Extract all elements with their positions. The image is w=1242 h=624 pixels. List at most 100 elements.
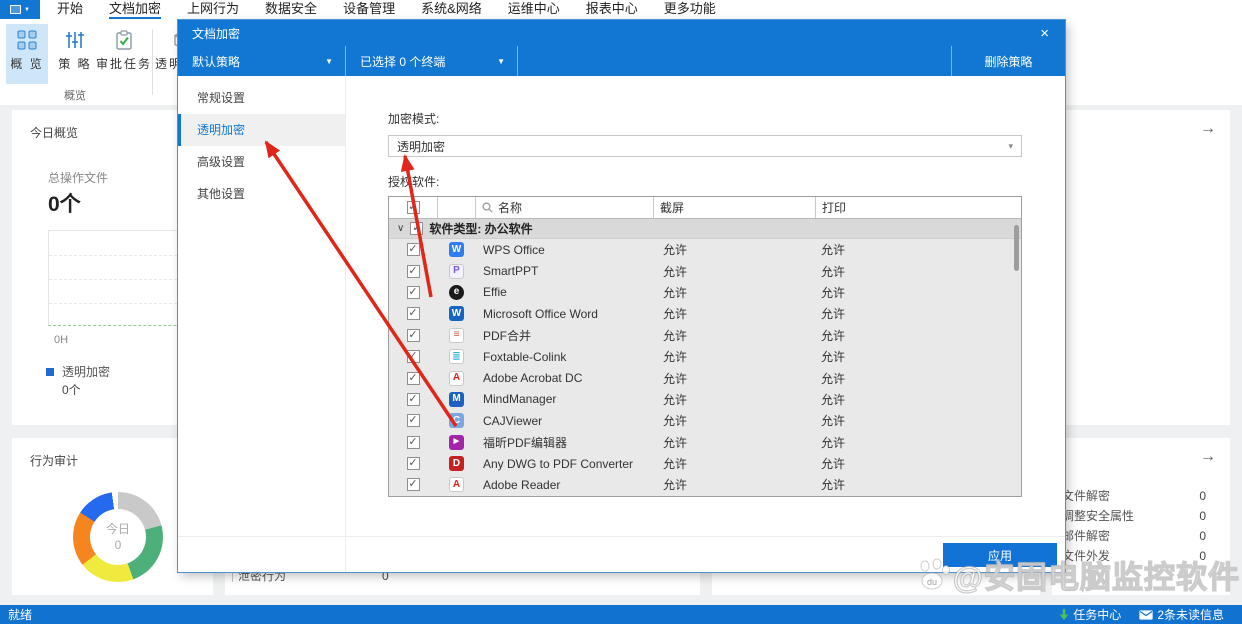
row-checkbox[interactable]: ✓: [407, 307, 420, 320]
screen-capture-cell: 允许: [653, 263, 815, 280]
menu-item-3[interactable]: 上网行为: [187, 0, 239, 19]
table-row[interactable]: ✓ M MindManager 允许 允许: [389, 389, 1021, 410]
clipboard-check-icon: [114, 30, 134, 50]
ribbon-button-overview[interactable]: 概 览: [6, 24, 48, 84]
group-checkbox[interactable]: ✓: [410, 222, 423, 235]
x-axis-tick: 0H: [54, 334, 68, 346]
menu-item-4[interactable]: 数据安全: [265, 0, 317, 19]
word-icon: W: [449, 306, 464, 321]
print-cell: 允许: [815, 284, 1021, 301]
row-checkbox[interactable]: ✓: [407, 436, 420, 449]
menu-item-6[interactable]: 系统&网络: [421, 0, 482, 19]
chevron-down-icon: ▼: [325, 57, 333, 66]
screen-capture-column-header[interactable]: 截屏: [653, 197, 815, 218]
print-cell: 允许: [815, 391, 1021, 408]
row-checkbox[interactable]: ✓: [407, 372, 420, 385]
dialog-sidebar-item-4[interactable]: 其他设置: [178, 178, 345, 210]
table-row[interactable]: ✓ A Adobe Acrobat DC 允许 允许: [389, 367, 1021, 388]
unread-messages-button[interactable]: 2条未读信息: [1139, 606, 1224, 623]
table-row[interactable]: ✓ C CAJViewer 允许 允许: [389, 410, 1021, 431]
table-row[interactable]: ✓ P SmartPPT 允许 允许: [389, 260, 1021, 281]
legend-value: 0个: [62, 381, 81, 398]
chevron-down-icon: ▼: [24, 7, 30, 13]
task-center-button[interactable]: 任务中心: [1059, 606, 1121, 623]
row-checkbox[interactable]: ✓: [407, 286, 420, 299]
right-panel-row-4: 文件外发0: [1052, 546, 1230, 566]
document-encryption-dialog: 文档加密 × 默认策略 ▼ 已选择 0 个终端 ▼ 删除策略 常规设置透明加密高…: [178, 20, 1065, 572]
print-cell: 允许: [815, 370, 1021, 387]
card-title: 今日概览: [30, 124, 78, 141]
print-cell: 允许: [815, 476, 1021, 493]
table-header: ✓ 名称 截屏 打印: [389, 197, 1021, 219]
name-column-header[interactable]: 名称: [475, 197, 653, 218]
policy-dropdown[interactable]: 默认策略 ▼: [178, 46, 346, 76]
menu-item-2[interactable]: 文档加密: [109, 0, 161, 19]
dialog-sidebar-item-3[interactable]: 高级设置: [178, 146, 345, 178]
legend-color-swatch: [46, 368, 54, 376]
table-row[interactable]: ✓ A Adobe Reader 允许 允许: [389, 474, 1021, 495]
print-cell: 允许: [815, 305, 1021, 322]
ribbon-button-approval-tasks[interactable]: 审批任务: [99, 24, 149, 84]
software-group-row[interactable]: ∨ ✓ 软件类型: 办公软件: [389, 219, 1021, 239]
stat-value: 0个: [48, 188, 81, 218]
screen-capture-cell: 允许: [653, 455, 815, 472]
menu-item-8[interactable]: 报表中心: [586, 0, 638, 19]
chevron-down-icon: ∨: [397, 223, 404, 234]
ribbon-button-policy[interactable]: 策 略: [54, 24, 96, 84]
table-row[interactable]: ✓ W Microsoft Office Word 允许 允许: [389, 303, 1021, 324]
menu-item-5[interactable]: 设备管理: [343, 0, 395, 19]
print-cell: 允许: [815, 455, 1021, 472]
dialog-sidebar-item-1[interactable]: 常规设置: [178, 82, 345, 114]
menu-item-1[interactable]: 开始: [57, 0, 83, 19]
encryption-mode-select[interactable]: 透明加密 ▾: [388, 135, 1022, 157]
screen-capture-cell: 允许: [653, 370, 815, 387]
arrow-right-icon[interactable]: →: [1200, 448, 1216, 466]
print-cell: 允许: [815, 241, 1021, 258]
screen-capture-cell: 允许: [653, 412, 815, 429]
row-checkbox[interactable]: ✓: [407, 350, 420, 363]
footer-divider: [178, 536, 1065, 537]
ribbon-group-label: 概览: [40, 87, 110, 103]
arrow-right-icon[interactable]: →: [1200, 120, 1216, 138]
dialog-sidebar-item-2[interactable]: 透明加密: [178, 114, 345, 146]
row-checkbox[interactable]: ✓: [407, 265, 420, 278]
print-cell: 允许: [815, 263, 1021, 280]
select-all-checkbox[interactable]: ✓: [407, 201, 420, 214]
icon-column-header: [437, 197, 475, 218]
row-checkbox[interactable]: ✓: [407, 478, 420, 491]
table-row[interactable]: ✓ ► 福昕PDF编辑器 允许 允许: [389, 432, 1021, 453]
print-column-header[interactable]: 打印: [815, 197, 1021, 218]
table-row[interactable]: ✓ ≣ Foxtable-Colink 允许 允许: [389, 346, 1021, 367]
row-checkbox[interactable]: ✓: [407, 243, 420, 256]
menu-item-9[interactable]: 更多功能: [664, 0, 716, 19]
screen-capture-cell: 允许: [653, 305, 815, 322]
app-menu-button[interactable]: ▼: [0, 0, 40, 19]
authorized-software-table: ✓ 名称 截屏 打印: [388, 196, 1022, 497]
sliders-icon: [65, 30, 85, 50]
legend-label: 透明加密: [62, 363, 110, 380]
row-checkbox[interactable]: ✓: [407, 457, 420, 470]
encryption-mode-label: 加密模式:: [388, 110, 1022, 127]
delete-policy-button[interactable]: 删除策略: [951, 46, 1065, 76]
close-icon[interactable]: ×: [1040, 26, 1049, 41]
wps-office-icon: W: [449, 242, 464, 257]
table-row[interactable]: ✓ ≡ PDF合并 允许 允许: [389, 325, 1021, 346]
menu-item-7[interactable]: 运维中心: [508, 0, 560, 19]
terminals-dropdown[interactable]: 已选择 0 个终端 ▼: [346, 46, 518, 76]
table-row[interactable]: ✓ D Any DWG to PDF Converter 允许 允许: [389, 453, 1021, 474]
status-ready: 就绪: [0, 606, 1059, 623]
row-checkbox[interactable]: ✓: [407, 393, 420, 406]
screen-capture-cell: 允许: [653, 391, 815, 408]
row-checkbox[interactable]: ✓: [407, 414, 420, 427]
table-row[interactable]: ✓ W WPS Office 允许 允许: [389, 239, 1021, 260]
table-row[interactable]: ✓ e Effie 允许 允许: [389, 282, 1021, 303]
apply-button[interactable]: 应用: [943, 543, 1057, 567]
donut-center-text: 今日 0: [73, 492, 163, 582]
adobe-acrobat-icon: A: [449, 371, 464, 386]
dwg-to-pdf-icon: D: [449, 456, 464, 471]
menu-items: 开始 文档加密 上网行为 数据安全 设备管理 系统&网络 运维中心 报表中心 更多功能: [40, 0, 725, 19]
print-cell: 允许: [815, 434, 1021, 451]
row-checkbox[interactable]: ✓: [407, 329, 420, 342]
table-scrollbar-thumb[interactable]: [1014, 225, 1019, 271]
screen-capture-cell: 允许: [653, 476, 815, 493]
